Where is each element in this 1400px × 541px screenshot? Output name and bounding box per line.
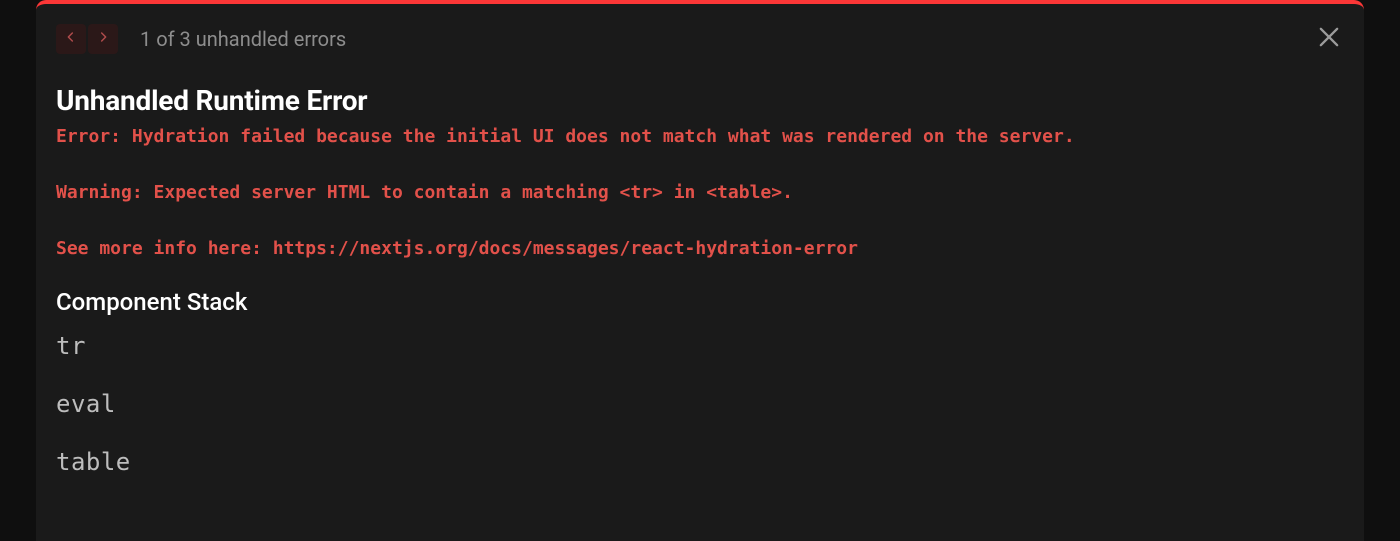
error-title: Unhandled Runtime Error — [56, 84, 1344, 117]
prev-error-button[interactable] — [56, 24, 86, 54]
arrow-right-icon — [95, 29, 111, 49]
arrow-left-icon — [63, 29, 79, 49]
error-content: Unhandled Runtime Error Error: Hydration… — [36, 54, 1364, 474]
error-overlay-header: 1 of 3 unhandled errors — [36, 4, 1364, 54]
stack-frame: tr — [56, 334, 1344, 358]
close-button[interactable] — [1312, 22, 1346, 56]
stack-frame: table — [56, 450, 1344, 474]
error-nav-buttons — [56, 24, 118, 54]
next-error-button[interactable] — [88, 24, 118, 54]
error-message: Error: Hydration failed because the init… — [56, 123, 1344, 262]
component-stack: tr eval table — [56, 334, 1344, 474]
component-stack-heading: Component Stack — [56, 288, 1344, 316]
stack-frame: eval — [56, 392, 1344, 416]
error-counter: 1 of 3 unhandled errors — [140, 27, 346, 51]
error-overlay-panel: 1 of 3 unhandled errors Unhandled Runtim… — [36, 0, 1364, 541]
close-icon — [1315, 23, 1343, 55]
